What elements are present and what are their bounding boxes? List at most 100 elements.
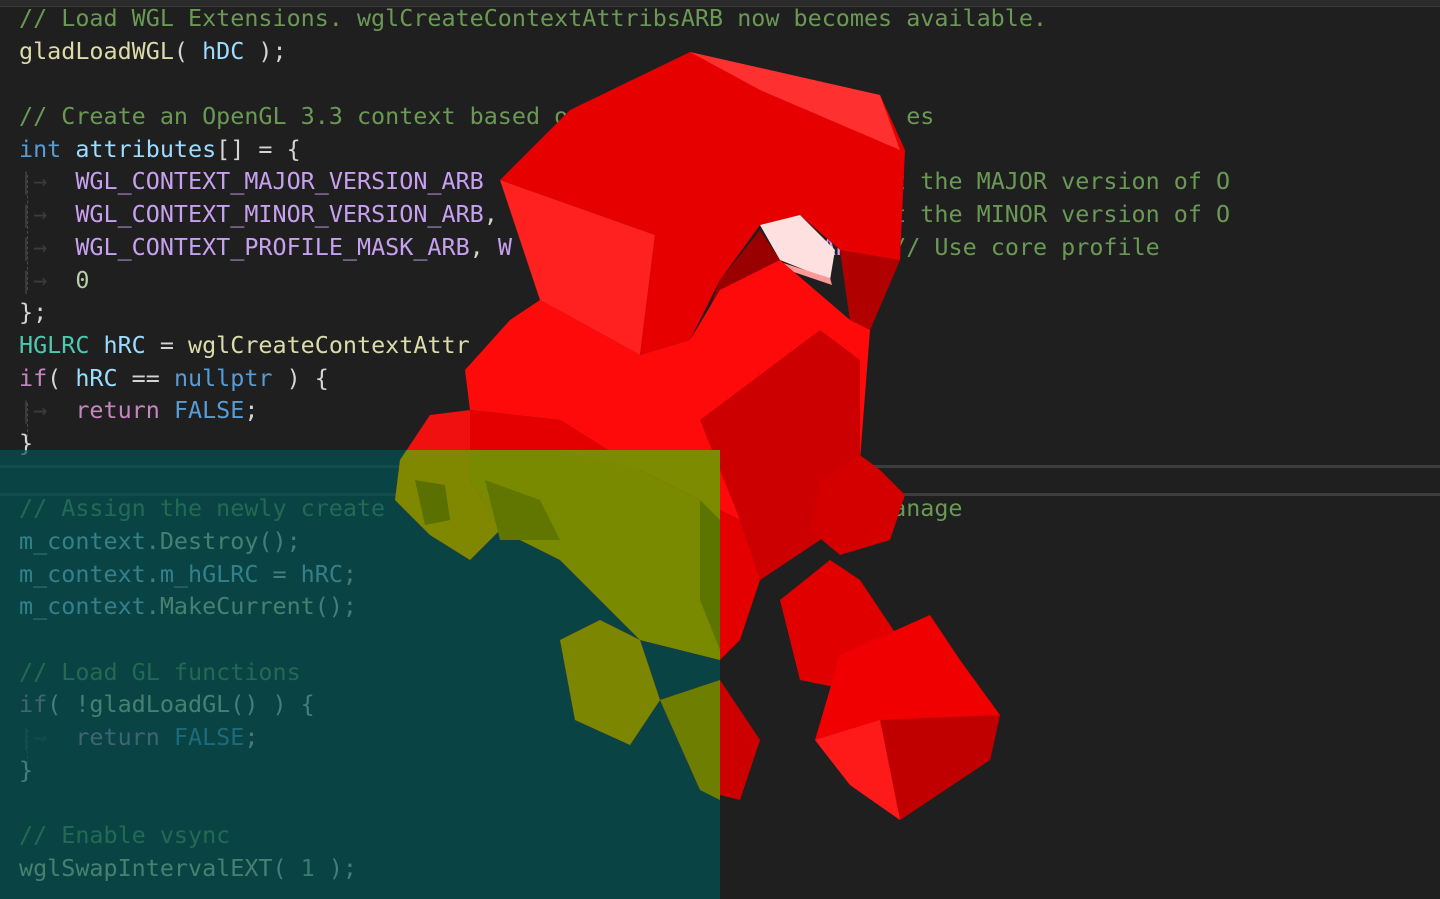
code-token: |→ <box>19 265 76 294</box>
code-token: . <box>145 559 160 588</box>
code-token: int <box>19 134 62 163</box>
code-token: hDC <box>202 36 245 65</box>
code-line[interactable]: if( hRC == nullptr ) { <box>19 362 1230 395</box>
code-token: // Use core profile <box>892 232 1160 261</box>
code-line[interactable]: m_context.Destroy(); <box>19 525 1230 558</box>
code-token: hRC <box>300 559 343 588</box>
code-line[interactable]: } <box>19 427 1230 460</box>
code-token: ( <box>47 363 76 392</box>
code-token: m_context <box>19 592 146 621</box>
code-token: m_context <box>19 527 146 555</box>
code-token: // Set the MAJOR version of O <box>821 167 1231 196</box>
code-token: hRC <box>103 330 146 359</box>
code-token: if <box>19 690 48 719</box>
code-token: WGL_CONTEXT_MAJOR_VERSION_ARB <box>75 167 484 196</box>
code-token: |→ <box>19 232 76 261</box>
code-token: . <box>145 592 160 621</box>
code-token: |→ <box>19 396 76 425</box>
code-token: (); <box>314 592 357 621</box>
code-editor[interactable]: // Load WGL Extensions. wglCreateContext… <box>19 2 1230 885</box>
code-line[interactable] <box>19 787 1230 820</box>
code-token: ( <box>173 36 203 65</box>
code-token: . <box>145 527 160 555</box>
code-token: // Load GL functions <box>19 657 301 686</box>
code-line[interactable]: |→ 0 <box>19 264 1230 297</box>
code-token: ( ! <box>47 690 90 719</box>
code-token: , <box>469 232 498 261</box>
code-token: [] = { <box>216 134 301 163</box>
code-line[interactable]: m_context.MakeCurrent(); <box>19 590 1230 623</box>
code-token: = <box>145 330 189 359</box>
app-window: // Load WGL Extensions. wglCreateContext… <box>0 0 1440 899</box>
code-token: m_context <box>19 559 146 588</box>
code-token: if <box>19 363 48 392</box>
code-line[interactable]: |→ return FALSE; <box>19 721 1230 754</box>
code-token: ); <box>244 36 287 65</box>
code-token: return <box>75 723 160 752</box>
code-token: |→ <box>19 200 76 229</box>
code-line[interactable] <box>19 67 1230 100</box>
code-token: return <box>75 396 160 425</box>
code-token: wglSwapIntervalEXT <box>19 853 273 882</box>
code-line[interactable]: |→ WGL_CONTEXT_MAJOR_VERSION_ARB ·······… <box>19 165 1230 198</box>
code-line[interactable]: wglSwapIntervalEXT( 1 ); <box>19 852 1230 885</box>
code-token: (); <box>258 527 301 555</box>
code-token: } <box>19 755 34 784</box>
code-token: Destroy <box>159 527 259 555</box>
code-token: ······· <box>497 200 822 229</box>
code-token: ; <box>342 559 358 588</box>
code-line[interactable]: int attributes[] = { <box>19 133 1230 166</box>
code-token: es <box>751 330 780 359</box>
code-token: }; <box>19 298 48 327</box>
code-line[interactable]: // Enable vsync <box>19 819 1230 852</box>
code-line[interactable]: }; <box>19 296 1230 329</box>
code-token: FALSE <box>173 723 245 752</box>
code-token: // Load WGL Extensions. wglCreateContext… <box>19 4 1048 32</box>
code-token: |→ <box>19 167 76 196</box>
code-token: ( <box>272 853 301 882</box>
code-token: == <box>117 363 174 392</box>
code-token: MakeCurrent <box>159 592 315 621</box>
code-token: HGLRC <box>19 330 90 359</box>
code-token: m_hGLRC <box>159 559 259 588</box>
code-token: IT_ARB <box>779 232 865 261</box>
code-line[interactable]: // Assign the newly create o manage <box>19 492 1230 525</box>
editor-split-divider-top[interactable] <box>0 465 1440 468</box>
code-token: wglCreateContextAttr <box>188 330 470 359</box>
code-line[interactable]: if( !gladLoadGL() ) { <box>19 688 1230 721</box>
code-line[interactable]: // Create an OpenGL 3.3 context based o … <box>19 100 1230 133</box>
code-line[interactable]: // Load WGL Extensions. wglCreateContext… <box>19 2 1230 35</box>
code-line[interactable]: // Load GL functions <box>19 656 1230 689</box>
code-line[interactable]: |→ WGL_CONTEXT_MINOR_VERSION_ARB, ······… <box>19 198 1230 231</box>
code-token: ); <box>314 853 357 882</box>
code-token: ······· <box>483 167 822 196</box>
code-line[interactable]: HGLRC hRC = wglCreateContextAttr es ); <box>19 329 1230 362</box>
code-token: // Enable vsync <box>19 821 231 850</box>
code-token: |→ <box>19 723 76 752</box>
code-token: // Set the MINOR version of O <box>821 200 1231 229</box>
code-token: FALSE <box>173 396 245 425</box>
code-token: ) { <box>272 363 329 392</box>
code-token: } <box>19 428 34 457</box>
code-line[interactable]: |→ WGL_CONTEXT_PROFILE_MASK_ARB, W IT_AR… <box>19 231 1230 264</box>
code-line[interactable]: m_context.m_hGLRC = hRC; <box>19 558 1230 591</box>
code-token: WGL_CONTEXT_PROFILE_MASK_ARB <box>75 232 470 261</box>
code-line[interactable]: |→ return FALSE; <box>19 394 1230 427</box>
code-line[interactable]: gladLoadWGL( hDC ); <box>19 35 1230 68</box>
code-line[interactable]: } <box>19 754 1230 787</box>
code-line[interactable] <box>19 623 1230 656</box>
code-token: 0 <box>75 265 90 294</box>
editor-split-divider-bottom[interactable] <box>0 493 1440 496</box>
code-token: gladLoadGL <box>89 690 231 719</box>
code-token: () ) { <box>230 690 315 719</box>
code-token: hRC <box>75 363 118 392</box>
code-token: ; <box>244 723 259 752</box>
code-token: WGL_CONTEXT_MINOR_VERSION_ARB <box>75 200 484 229</box>
code-token: ; <box>244 396 259 425</box>
